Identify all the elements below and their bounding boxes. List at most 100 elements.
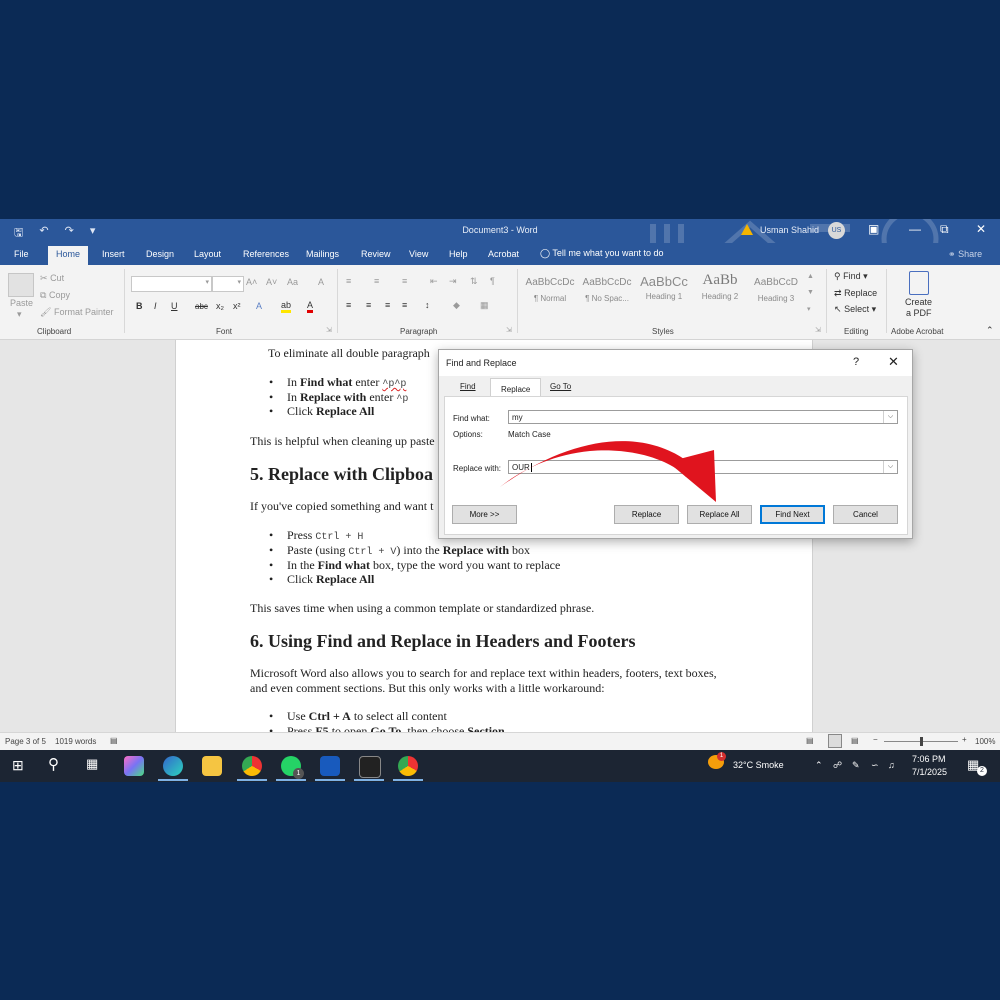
style-no-spacing[interactable]: AaBbCcDc ¶ No Spac... bbox=[580, 271, 634, 315]
style-heading-1[interactable]: AaBbCc Heading 1 bbox=[637, 271, 691, 315]
clear-formatting-button[interactable]: A bbox=[318, 277, 324, 287]
zoom-in-button[interactable]: + bbox=[962, 735, 967, 744]
find-next-button[interactable]: Find Next bbox=[760, 505, 825, 524]
volume-icon[interactable]: ♫ bbox=[888, 760, 895, 770]
task-view-icon[interactable]: ▦ bbox=[86, 756, 98, 772]
print-layout-icon[interactable] bbox=[828, 734, 842, 748]
strikethrough-button[interactable]: abc bbox=[195, 302, 208, 311]
device-icon[interactable]: ☍ bbox=[833, 760, 842, 771]
zoom-level[interactable]: 100% bbox=[975, 737, 995, 746]
shading-icon[interactable]: ◆ bbox=[453, 300, 460, 311]
windows-start-icon[interactable]: ⊞ bbox=[12, 757, 24, 774]
warning-icon[interactable] bbox=[741, 224, 753, 235]
numbering-icon[interactable]: ≡ bbox=[374, 276, 379, 286]
tab-references[interactable]: References bbox=[243, 249, 289, 259]
font-color-button[interactable]: A bbox=[307, 301, 314, 313]
replace-with-input[interactable]: OUR ⌵ bbox=[508, 460, 898, 474]
tell-me-search[interactable]: ◯ Tell me what you want to do bbox=[540, 248, 663, 259]
style-normal[interactable]: AaBbCcDc ¶ Normal bbox=[523, 271, 577, 315]
create-pdf-label-1[interactable]: Create bbox=[905, 297, 932, 307]
web-layout-icon[interactable]: ▤ bbox=[851, 736, 859, 745]
tab-replace[interactable]: Replace bbox=[490, 378, 542, 397]
tab-design[interactable]: Design bbox=[146, 249, 174, 259]
chrome-profile-icon[interactable] bbox=[398, 756, 418, 776]
clock-time[interactable]: 7:06 PM bbox=[912, 754, 946, 764]
cancel-button[interactable]: Cancel bbox=[833, 505, 898, 524]
decrease-indent-icon[interactable]: ⇤ bbox=[430, 276, 438, 287]
tab-acrobat[interactable]: Acrobat bbox=[488, 249, 519, 259]
collapse-ribbon-icon[interactable]: ⌃ bbox=[986, 325, 994, 336]
minimize-icon[interactable]: — bbox=[909, 222, 921, 236]
shrink-font-button[interactable]: A˅ bbox=[266, 277, 277, 287]
align-right-icon[interactable]: ≡ bbox=[385, 300, 390, 310]
user-name[interactable]: Usman Shahid bbox=[760, 225, 819, 235]
increase-indent-icon[interactable]: ⇥ bbox=[449, 276, 457, 287]
help-icon[interactable]: ? bbox=[853, 356, 859, 368]
tab-mailings[interactable]: Mailings bbox=[306, 249, 339, 259]
find-button[interactable]: ⚲ Find ▾ bbox=[834, 271, 868, 282]
style-heading-2[interactable]: AaBb Heading 2 bbox=[693, 271, 747, 315]
select-button[interactable]: ↖ Select ▾ bbox=[834, 304, 876, 315]
align-left-icon[interactable]: ≡ bbox=[346, 300, 351, 310]
text-effects-button[interactable]: A bbox=[256, 301, 262, 311]
line-spacing-icon[interactable]: ↕ bbox=[425, 300, 430, 310]
bullets-icon[interactable]: ≡ bbox=[346, 276, 351, 286]
edge-icon[interactable] bbox=[163, 756, 183, 776]
italic-button[interactable]: I bbox=[154, 301, 157, 311]
close-icon[interactable]: ✕ bbox=[976, 222, 986, 236]
terminal-icon[interactable] bbox=[359, 756, 381, 778]
dialog-launcher-icon[interactable]: ⇲ bbox=[326, 326, 332, 334]
paste-button[interactable]: Paste bbox=[10, 298, 33, 308]
ribbon-display-icon[interactable]: ▣ bbox=[868, 222, 879, 236]
word-count[interactable]: 1019 words bbox=[55, 737, 96, 746]
share-button[interactable]: ⚭ Share bbox=[948, 249, 982, 260]
chevron-down-icon[interactable]: ▾ bbox=[17, 309, 22, 320]
pen-icon[interactable]: ✎ bbox=[852, 760, 860, 771]
font-size-select[interactable]: ▾ bbox=[212, 276, 244, 292]
pilcrow-icon[interactable]: ¶ bbox=[490, 276, 495, 286]
bold-button[interactable]: B bbox=[136, 301, 143, 311]
tab-insert[interactable]: Insert bbox=[102, 249, 125, 259]
format-painter-button[interactable]: 🖌 Format Painter bbox=[40, 307, 113, 318]
find-what-input[interactable]: my ⌵ bbox=[508, 410, 898, 424]
replace-button[interactable]: Replace bbox=[614, 505, 679, 524]
tab-layout[interactable]: Layout bbox=[194, 249, 221, 259]
dialog-title-bar[interactable]: Find and Replace ? ✕ bbox=[439, 350, 912, 376]
create-pdf-label-2[interactable]: a PDF bbox=[906, 308, 932, 318]
word-icon[interactable] bbox=[320, 756, 340, 776]
font-name-select[interactable]: ▾ bbox=[131, 276, 212, 292]
tab-find[interactable]: Find bbox=[460, 382, 476, 391]
styles-more-icon[interactable]: ▾ bbox=[807, 305, 811, 313]
grow-font-button[interactable]: A˄ bbox=[246, 277, 257, 287]
justify-icon[interactable]: ≡ bbox=[402, 300, 407, 310]
search-icon[interactable]: ⚲ bbox=[48, 755, 59, 773]
read-mode-icon[interactable]: ▤ bbox=[806, 736, 814, 745]
chevron-down-icon[interactable]: ⌵ bbox=[883, 461, 897, 473]
dialog-launcher-icon[interactable]: ⇲ bbox=[506, 326, 512, 334]
proofing-icon[interactable]: ▤ bbox=[110, 736, 118, 745]
change-case-button[interactable]: Aa bbox=[287, 277, 298, 287]
replace-all-button[interactable]: Replace All bbox=[687, 505, 752, 524]
page-count[interactable]: Page 3 of 5 bbox=[5, 737, 46, 746]
tab-review[interactable]: Review bbox=[361, 249, 391, 259]
align-center-icon[interactable]: ≡ bbox=[366, 300, 371, 310]
weather-text[interactable]: 32°C Smoke bbox=[733, 760, 784, 770]
clock-date[interactable]: 7/1/2025 bbox=[912, 767, 947, 777]
highlight-button[interactable]: ab bbox=[281, 301, 292, 313]
styles-scroll-up-icon[interactable]: ▲ bbox=[807, 273, 814, 280]
chevron-up-icon[interactable]: ⌃ bbox=[815, 760, 823, 771]
close-icon[interactable]: ✕ bbox=[888, 354, 899, 370]
zoom-slider-thumb[interactable] bbox=[919, 737, 923, 746]
replace-button[interactable]: ⇄ Replace bbox=[834, 288, 877, 299]
tab-file[interactable]: File bbox=[14, 249, 29, 259]
superscript-button[interactable]: x² bbox=[233, 301, 241, 311]
tab-goto[interactable]: Go To bbox=[550, 382, 571, 391]
styles-scroll-down-icon[interactable]: ▼ bbox=[807, 289, 814, 296]
borders-icon[interactable]: ▦ bbox=[480, 300, 489, 311]
sort-icon[interactable]: ⇅ bbox=[470, 276, 478, 287]
style-heading-3[interactable]: AaBbCcD Heading 3 bbox=[749, 271, 803, 315]
more-button[interactable]: More >> bbox=[452, 505, 517, 524]
chrome-icon[interactable] bbox=[242, 756, 262, 776]
cut-button[interactable]: ✂ Cut bbox=[40, 273, 64, 284]
zoom-out-button[interactable]: − bbox=[873, 735, 878, 744]
